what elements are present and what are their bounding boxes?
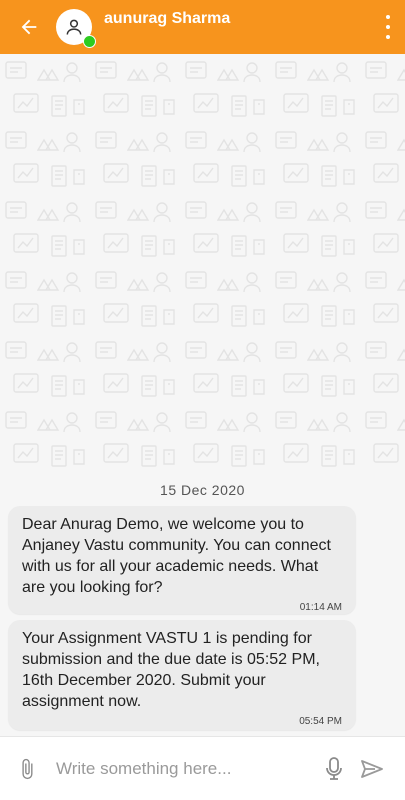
message-text: Dear Anurag Demo, we welcome you to Anja… [22,516,331,596]
send-icon [361,760,383,778]
more-options-button[interactable] [385,15,391,39]
avatar[interactable] [56,9,96,48]
message-time: 01:14 AM [299,602,342,613]
attach-button[interactable] [16,758,56,780]
voice-record-button[interactable] [324,757,344,786]
chat-header: aunurag Sharma [0,0,405,54]
person-icon [66,19,82,35]
message-bubble[interactable]: Dear Anurag Demo, we welcome you to Anja… [8,506,356,614]
mic-icon [326,757,342,780]
message-bubble[interactable]: Your Assignment VASTU 1 is pending for s… [8,620,356,730]
message-input[interactable] [56,748,306,789]
message-text: Your Assignment VASTU 1 is pending for s… [22,630,320,710]
message-time: 05:54 PM [299,716,342,727]
message-composer [0,736,405,800]
more-vert-icon [386,15,390,19]
online-status-indicator [83,35,96,48]
contact-name[interactable]: aunurag Sharma [104,10,230,28]
message-list[interactable]: 15 Dec 2020 Dear Anurag Demo, we welcome… [0,54,405,736]
back-button[interactable] [6,0,52,54]
send-button[interactable] [360,759,384,784]
date-separator: 15 Dec 2020 [160,482,245,498]
back-arrow-icon [21,19,37,35]
paperclip-icon [22,758,33,779]
